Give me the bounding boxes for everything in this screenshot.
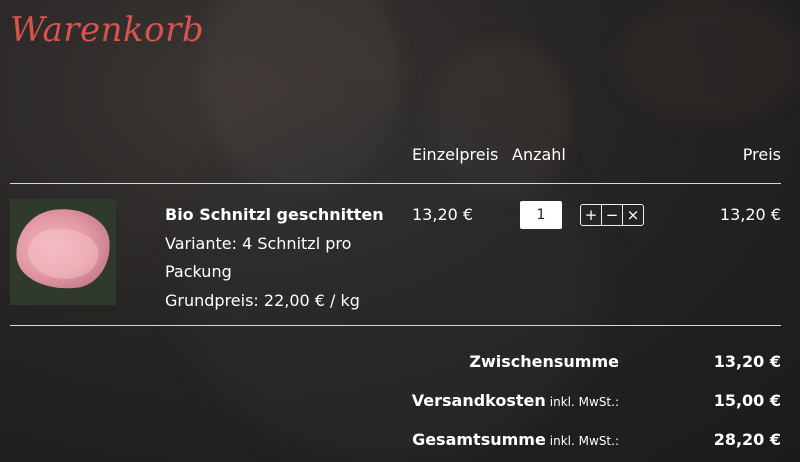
remove-item-button[interactable]: × (622, 205, 643, 225)
product-image[interactable] (10, 199, 116, 305)
divider (10, 183, 781, 184)
item-unit-price: 13,20 € (412, 205, 474, 224)
background-photo-person (200, 0, 400, 190)
quantity-input[interactable] (520, 201, 562, 229)
total-label: Gesamtsumme inkl. MwSt.: (412, 430, 619, 449)
background-photo-light (620, 0, 800, 120)
page-title: Warenkorb (10, 10, 205, 50)
product-base-price: Grundpreis: 22,00 € / kg (165, 291, 360, 310)
shipping-label: Versandkosten inkl. MwSt.: (412, 391, 619, 410)
item-line-total: 13,20 € (719, 205, 781, 224)
total-value: 28,20 € (713, 430, 781, 449)
increase-quantity-button[interactable]: + (581, 205, 601, 225)
subtotal-value: 13,20 € (713, 352, 781, 371)
column-header-quantity: Anzahl (512, 145, 566, 164)
total-tax-note: inkl. MwSt.: (549, 434, 619, 448)
shipping-value: 15,00 € (713, 391, 781, 410)
product-name[interactable]: Bio Schnitzl geschnitten (165, 205, 384, 224)
divider (10, 325, 781, 326)
shipping-tax-note: inkl. MwSt.: (549, 395, 619, 409)
decrease-quantity-button[interactable]: − (601, 205, 622, 225)
shipping-label-text: Versandkosten (411, 391, 546, 410)
total-label-text: Gesamtsumme (412, 430, 546, 449)
subtotal-label: Zwischensumme (469, 352, 619, 371)
column-header-price: Preis (742, 145, 781, 164)
background-photo-person (430, 40, 570, 200)
quantity-controls: + − × (580, 204, 644, 226)
product-variant: Variante: 4 Schnitzl pro (165, 234, 352, 253)
column-header-unit-price: Einzelpreis (412, 145, 499, 164)
subtotal-label-text: Zwischensumme (469, 352, 619, 371)
product-variant-continued: Packung (165, 262, 232, 281)
